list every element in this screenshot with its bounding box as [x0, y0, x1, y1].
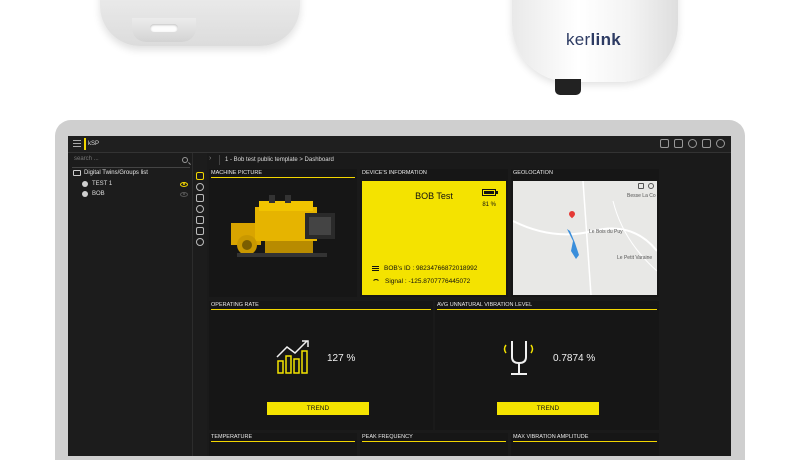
- temperature-panel: TEMPERATURE: [209, 433, 357, 456]
- sensor-device-image: [100, 0, 300, 46]
- dashboard-icon-strip: [193, 153, 207, 456]
- clock-icon[interactable]: [196, 238, 204, 246]
- panel-title: MACHINE PICTURE: [211, 170, 263, 176]
- top-bar: kSP: [68, 136, 731, 153]
- max-vibration-panel: MAX VIBRATION AMPLITUDE: [511, 433, 659, 456]
- panel-title: AVG UNNATURAL VIBRATION LEVEL: [437, 302, 533, 308]
- breadcrumb-text[interactable]: 1 - Bob test public template > Dashboard: [225, 157, 334, 163]
- eye-icon[interactable]: [648, 183, 654, 189]
- panel-title: DEVICE'S INFORMATION: [362, 170, 427, 176]
- vibration-trend-button[interactable]: TREND: [497, 402, 599, 415]
- peak-frequency-panel: PEAK FREQUENCY: [360, 433, 508, 456]
- code-icon[interactable]: [702, 139, 711, 148]
- vibration-level-panel: AVG UNNATURAL VIBRATION LEVEL 0.7874 % T…: [435, 301, 659, 430]
- sensor-mount-tab: [132, 18, 196, 42]
- folder-open-icon: [73, 170, 81, 176]
- map-view[interactable]: Besse La Co Le Bois du Puy Le Petit Vara…: [513, 181, 657, 295]
- panel-title: MAX VIBRATION AMPLITUDE: [513, 434, 589, 440]
- gateway-logo: kerlink: [566, 30, 622, 49]
- group-node-icon: [82, 191, 88, 197]
- device-signal-row: Signal : -125.8707776445072: [372, 278, 470, 285]
- operating-rate-trend-button[interactable]: TREND: [267, 402, 369, 415]
- wifi-signal-icon: [372, 278, 380, 285]
- help-icon[interactable]: [716, 139, 725, 148]
- chart-icon[interactable]: [196, 194, 204, 202]
- operating-rate-value: 127 %: [327, 353, 356, 364]
- tuning-fork-icon: [503, 341, 534, 375]
- monitor-icon[interactable]: [660, 139, 669, 148]
- map-toolbar: [638, 183, 654, 189]
- device-id-row: BOB's ID : 98234766872018992: [372, 265, 477, 272]
- app-logo[interactable]: kSP: [84, 138, 102, 150]
- device-info-card: BOB Test 81 % BOB's ID : 982347668720189…: [362, 181, 506, 295]
- growth-chart-icon: [276, 340, 309, 374]
- panel-title: OPERATING RATE: [211, 302, 259, 308]
- download-icon[interactable]: [638, 183, 644, 189]
- tree-root-label: Digital Twins/Groups list: [84, 170, 148, 176]
- device-info-panel: DEVICE'S INFORMATION BOB Test 81 % BOB's…: [360, 169, 508, 297]
- panel-title: TEMPERATURE: [211, 434, 253, 440]
- home-icon[interactable]: [196, 172, 204, 180]
- chevron-right-icon[interactable]: ›: [209, 155, 211, 162]
- top-bar-actions: [660, 139, 725, 148]
- tools-icon[interactable]: [196, 227, 204, 235]
- search-input[interactable]: search ...: [72, 156, 190, 167]
- gateway-connector: [555, 79, 581, 95]
- machine-picture-panel: MACHINE PICTURE: [209, 169, 357, 297]
- dashboard-gauge-icon[interactable]: [196, 183, 204, 191]
- twin-node-icon: [82, 181, 88, 187]
- tree-item-bob[interactable]: BOB: [82, 191, 105, 197]
- geolocation-panel: GEOLOCATION Besse La Co Le Bois du Puy L…: [511, 169, 659, 297]
- document-icon[interactable]: [196, 216, 204, 224]
- search-underline: [72, 167, 190, 168]
- refresh-icon[interactable]: [196, 205, 204, 213]
- sidebar: search ... Digital Twins/Groups list TES…: [68, 153, 193, 456]
- list-icon: [372, 266, 379, 271]
- settings-icon[interactable]: [688, 139, 697, 148]
- operating-rate-panel: OPERATING RATE 127 % TREND: [209, 301, 433, 430]
- battery-icon: [482, 189, 498, 196]
- panel-title: PEAK FREQUENCY: [362, 434, 413, 440]
- battery-percent: 81 %: [482, 202, 496, 208]
- tree-root[interactable]: Digital Twins/Groups list: [73, 170, 148, 176]
- panel-title: GEOLOCATION: [513, 170, 553, 176]
- vibration-level-value: 0.7874 %: [553, 353, 596, 364]
- visibility-off-icon[interactable]: [180, 192, 188, 197]
- tree-item-test1[interactable]: TEST 1: [82, 181, 112, 187]
- engine-image: [231, 195, 335, 257]
- visibility-on-icon[interactable]: [180, 182, 188, 187]
- breadcrumb: › 1 - Bob test public template > Dashboa…: [209, 155, 729, 167]
- users-icon[interactable]: [674, 139, 683, 148]
- search-icon[interactable]: [182, 157, 188, 163]
- app-screen: kSP search ... Digital Twins/Groups list…: [68, 136, 731, 456]
- hamburger-menu-icon[interactable]: [73, 140, 81, 147]
